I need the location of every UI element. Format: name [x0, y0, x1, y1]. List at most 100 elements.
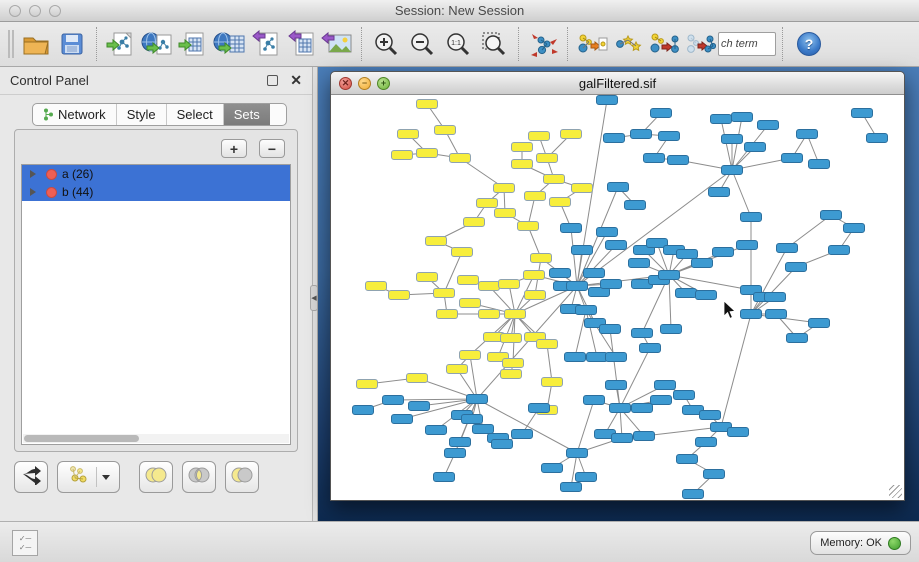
graph-node[interactable]: [782, 154, 803, 163]
graph-node[interactable]: [417, 100, 438, 109]
graph-node[interactable]: [867, 134, 888, 143]
graph-node[interactable]: [417, 273, 438, 282]
graph-node[interactable]: [479, 310, 500, 319]
graph-node[interactable]: [458, 276, 479, 285]
graph-node[interactable]: [741, 310, 762, 319]
graph-node[interactable]: [668, 156, 689, 165]
dropdown-arrow-icon[interactable]: [102, 475, 110, 480]
graph-edge[interactable]: [571, 453, 577, 487]
graph-node[interactable]: [561, 130, 582, 139]
open-session-button[interactable]: [18, 26, 54, 62]
graph-node[interactable]: [494, 184, 515, 193]
graph-node[interactable]: [565, 353, 586, 362]
graph-node[interactable]: [844, 224, 865, 233]
graph-node[interactable]: [576, 306, 597, 315]
graph-node[interactable]: [631, 130, 652, 139]
graph-node[interactable]: [353, 406, 374, 415]
union-sets-button[interactable]: [139, 461, 173, 493]
network-window-titlebar[interactable]: ✕ − + galFiltered.sif: [331, 72, 904, 95]
graph-edge[interactable]: [444, 252, 462, 293]
graph-node[interactable]: [492, 440, 513, 449]
graph-node[interactable]: [561, 224, 582, 233]
graph-node[interactable]: [572, 246, 593, 255]
graph-node[interactable]: [612, 434, 633, 443]
tab-network[interactable]: Network: [33, 104, 117, 125]
graph-node[interactable]: [809, 160, 830, 169]
graph-node[interactable]: [677, 455, 698, 464]
graph-node[interactable]: [567, 282, 588, 291]
graph-node[interactable]: [651, 109, 672, 118]
window-resize-grip[interactable]: [889, 485, 902, 498]
graph-node[interactable]: [512, 143, 533, 152]
graph-node[interactable]: [531, 254, 552, 263]
graph-node[interactable]: [597, 228, 618, 237]
graph-node[interactable]: [608, 183, 629, 192]
graph-node[interactable]: [567, 449, 588, 458]
graph-node[interactable]: [741, 213, 762, 222]
horizontal-scrollbar[interactable]: [23, 434, 289, 443]
graph-node[interactable]: [499, 280, 520, 289]
graph-node[interactable]: [692, 259, 713, 268]
collapse-panel-icon[interactable]: ◀: [310, 285, 318, 311]
hide-selected-button[interactable]: [646, 26, 682, 62]
graph-node[interactable]: [445, 449, 466, 458]
graph-node[interactable]: [787, 334, 808, 343]
graph-node[interactable]: [640, 344, 661, 353]
graph-node[interactable]: [452, 248, 473, 257]
graph-node[interactable]: [786, 263, 807, 272]
graph-node[interactable]: [435, 126, 456, 135]
graph-node[interactable]: [659, 132, 680, 141]
graph-node[interactable]: [383, 396, 404, 405]
graph-node[interactable]: [821, 211, 842, 220]
tab-sets[interactable]: Sets: [224, 104, 270, 125]
graph-node[interactable]: [644, 154, 665, 163]
graph-node[interactable]: [477, 199, 498, 208]
graph-node[interactable]: [407, 374, 428, 383]
graph-node[interactable]: [434, 473, 455, 482]
graph-node[interactable]: [503, 359, 524, 368]
graph-node[interactable]: [829, 246, 850, 255]
graph-node[interactable]: [561, 483, 582, 492]
graph-node[interactable]: [409, 402, 430, 411]
graph-node[interactable]: [606, 241, 627, 250]
graph-node[interactable]: [722, 135, 743, 144]
graph-edge[interactable]: [721, 314, 751, 427]
graph-node[interactable]: [597, 96, 618, 105]
graph-edge[interactable]: [586, 310, 597, 357]
network-canvas[interactable]: [331, 95, 904, 500]
graph-node[interactable]: [852, 109, 873, 118]
help-button[interactable]: ?: [797, 32, 821, 56]
apply-layout-button[interactable]: [525, 26, 561, 62]
graph-edge[interactable]: [644, 427, 721, 436]
graph-node[interactable]: [610, 404, 631, 413]
import-network-web-button[interactable]: [139, 26, 175, 62]
graph-node[interactable]: [600, 325, 621, 334]
graph-node[interactable]: [529, 404, 550, 413]
graph-node[interactable]: [604, 134, 625, 143]
graph-node[interactable]: [537, 154, 558, 163]
graph-node[interactable]: [426, 237, 447, 246]
show-all-button[interactable]: [682, 26, 718, 62]
graph-edge[interactable]: [470, 355, 477, 399]
graph-node[interactable]: [696, 291, 717, 300]
graph-edge[interactable]: [571, 228, 577, 286]
graph-node[interactable]: [732, 113, 753, 122]
graph-node[interactable]: [661, 325, 682, 334]
export-network-button[interactable]: [247, 26, 283, 62]
graph-node[interactable]: [651, 396, 672, 405]
graph-node[interactable]: [711, 115, 732, 124]
maximize-network-icon[interactable]: +: [377, 77, 390, 90]
graph-node[interactable]: [728, 428, 749, 437]
graph-node[interactable]: [676, 289, 697, 298]
graph-node[interactable]: [777, 244, 798, 253]
graph-node[interactable]: [758, 121, 779, 130]
network-graph[interactable]: [331, 95, 904, 500]
graph-node[interactable]: [426, 426, 447, 435]
graph-node[interactable]: [584, 396, 605, 405]
zoom-fit-button[interactable]: 1:1: [440, 26, 476, 62]
graph-node[interactable]: [495, 209, 516, 218]
graph-node[interactable]: [501, 370, 522, 379]
graph-node[interactable]: [544, 175, 565, 184]
zoom-selected-button[interactable]: [476, 26, 512, 62]
disclosure-triangle-icon[interactable]: [30, 170, 36, 178]
